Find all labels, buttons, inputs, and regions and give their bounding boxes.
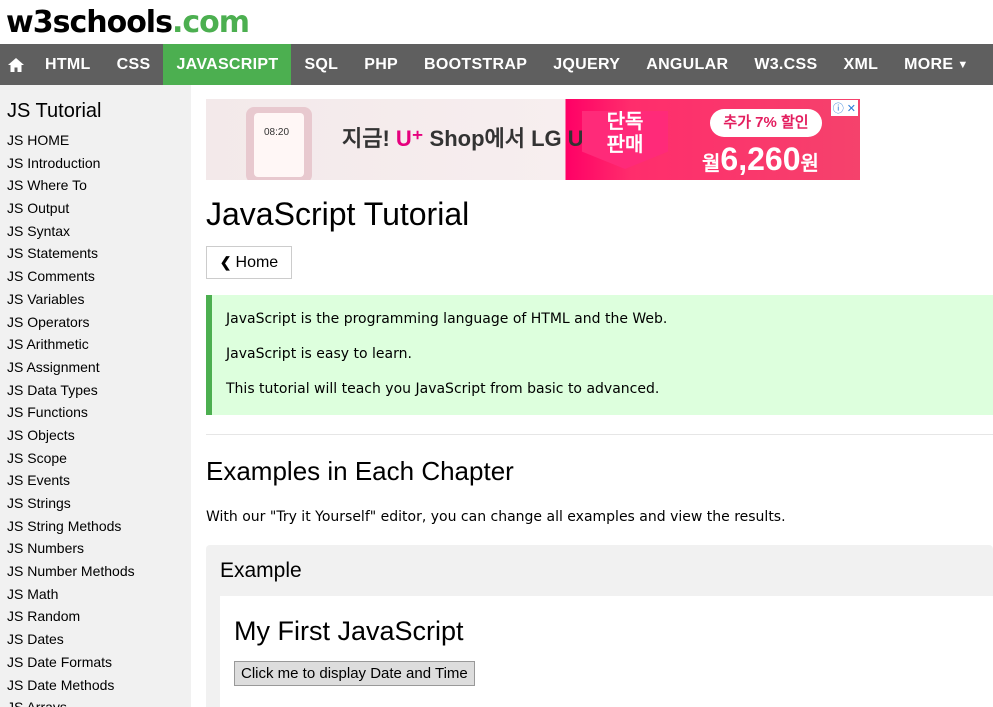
caret-down-icon: ▼ [957, 58, 969, 71]
example-label: Example [220, 559, 302, 582]
sidebar-item-js-assignment[interactable]: JS Assignment [0, 356, 191, 379]
sidebar-item-js-arithmetic[interactable]: JS Arithmetic [0, 333, 191, 356]
sidebar-item-js-functions[interactable]: JS Functions [0, 401, 191, 424]
ad-price-value: 6,260 [720, 141, 801, 177]
sidebar-item-js-number-methods[interactable]: JS Number Methods [0, 560, 191, 583]
nav-bootstrap[interactable]: BOOTSTRAP [411, 44, 540, 85]
nav-html[interactable]: HTML [32, 44, 104, 85]
nav-more-label: MORE [904, 55, 954, 73]
top-navigation: HTML CSS JAVASCRIPT SQL PHP BOOTSTRAP JQ… [0, 44, 993, 85]
logo-w3: w3schools [6, 4, 173, 40]
sidebar-item-js-random[interactable]: JS Random [0, 605, 191, 628]
notice-line-2: JavaScript is easy to learn. [226, 346, 412, 362]
ad-phone-time: 08:20 [264, 127, 290, 138]
nav-javascript[interactable]: JAVASCRIPT [163, 44, 292, 85]
ad-text-pre: 지금! [342, 126, 396, 151]
nav-sql[interactable]: SQL [291, 44, 351, 85]
nav-php[interactable]: PHP [351, 44, 411, 85]
ad-price-post: 원 [800, 153, 819, 175]
site-logo[interactable]: w3schools.com [6, 0, 250, 44]
sidebar-item-js-data-types[interactable]: JS Data Types [0, 379, 191, 402]
sidebar-item-js-output[interactable]: JS Output [0, 197, 191, 220]
ad-text-u: U⁺ [395, 126, 424, 151]
sidebar-item-js-strings[interactable]: JS Strings [0, 492, 191, 515]
notice-line-1: JavaScript is the programming language o… [226, 311, 668, 327]
sidebar-item-js-string-methods[interactable]: JS String Methods [0, 515, 191, 538]
nav-angular[interactable]: ANGULAR [633, 44, 741, 85]
home-button-label: Home [235, 253, 279, 271]
ad-close-icon[interactable]: ⓘ ✕ [830, 100, 858, 116]
sidebar-item-js-numbers[interactable]: JS Numbers [0, 537, 191, 560]
nav-w3css[interactable]: W3.CSS [741, 44, 830, 85]
ad-phone-screen [254, 113, 304, 177]
nav-more[interactable]: MORE ▼ [891, 44, 981, 85]
example-output: My First JavaScript Click me to display … [220, 596, 993, 707]
sidebar-item-js-statements[interactable]: JS Statements [0, 242, 191, 265]
sidebar-item-js-variables[interactable]: JS Variables [0, 288, 191, 311]
main-content: 08:20 지금! U⁺ Shop에서 LG U 단독 판매 추가 7% 할인 … [206, 85, 993, 707]
sidebar-item-js-events[interactable]: JS Events [0, 469, 191, 492]
sidebar-item-js-where-to[interactable]: JS Where To [0, 174, 191, 197]
sidebar: JS Tutorial JS HOME JS Introduction JS W… [0, 85, 191, 707]
chevron-left-icon: ❮ [219, 254, 232, 270]
nav-css[interactable]: CSS [104, 44, 164, 85]
sidebar-item-js-objects[interactable]: JS Objects [0, 424, 191, 447]
sidebar-item-js-introduction[interactable]: JS Introduction [0, 152, 191, 175]
ad-price: 월6,260원 [702, 141, 819, 178]
ad-banner[interactable]: 08:20 지금! U⁺ Shop에서 LG U 단독 판매 추가 7% 할인 … [206, 99, 860, 180]
sidebar-item-js-scope[interactable]: JS Scope [0, 447, 191, 470]
sidebar-item-js-dates[interactable]: JS Dates [0, 628, 191, 651]
sidebar-item-js-date-methods[interactable]: JS Date Methods [0, 674, 191, 697]
ad-text-post: Shop에서 LG U [423, 126, 584, 151]
sidebar-item-js-date-formats[interactable]: JS Date Formats [0, 651, 191, 674]
nav-home-button[interactable] [0, 44, 32, 85]
ad-discount-tag: 추가 7% 할인 [710, 109, 822, 137]
section-divider [206, 434, 993, 435]
page-title: JavaScript Tutorial [206, 196, 470, 232]
nav-jquery[interactable]: JQUERY [540, 44, 633, 85]
home-button[interactable]: ❮ Home [206, 246, 292, 279]
sidebar-item-js-comments[interactable]: JS Comments [0, 265, 191, 288]
section-description: With our "Try it Yourself" editor, you c… [206, 509, 786, 525]
logo-com: .com [171, 4, 250, 40]
example-heading: My First JavaScript [234, 616, 464, 646]
sidebar-item-js-home[interactable]: JS HOME [0, 129, 191, 152]
display-date-button[interactable]: Click me to display Date and Time [234, 661, 475, 686]
section-title: Examples in Each Chapter [206, 456, 514, 486]
sidebar-item-js-syntax[interactable]: JS Syntax [0, 220, 191, 243]
notice-line-3: This tutorial will teach you JavaScript … [226, 381, 660, 397]
sidebar-title: JS Tutorial [7, 100, 102, 122]
sidebar-item-js-math[interactable]: JS Math [0, 583, 191, 606]
ad-price-pre: 월 [702, 153, 721, 175]
home-icon [8, 57, 24, 72]
example-box: Example My First JavaScript Click me to … [206, 545, 993, 707]
intro-notice: JavaScript is the programming language o… [206, 295, 993, 415]
sidebar-item-js-arrays[interactable]: JS Arrays [0, 696, 191, 707]
ad-headline: 지금! U⁺ Shop에서 LG U [342, 121, 584, 153]
sidebar-item-js-operators[interactable]: JS Operators [0, 311, 191, 334]
nav-xml[interactable]: XML [830, 44, 891, 85]
ad-exclusive-badge: 단독 판매 [582, 111, 668, 169]
